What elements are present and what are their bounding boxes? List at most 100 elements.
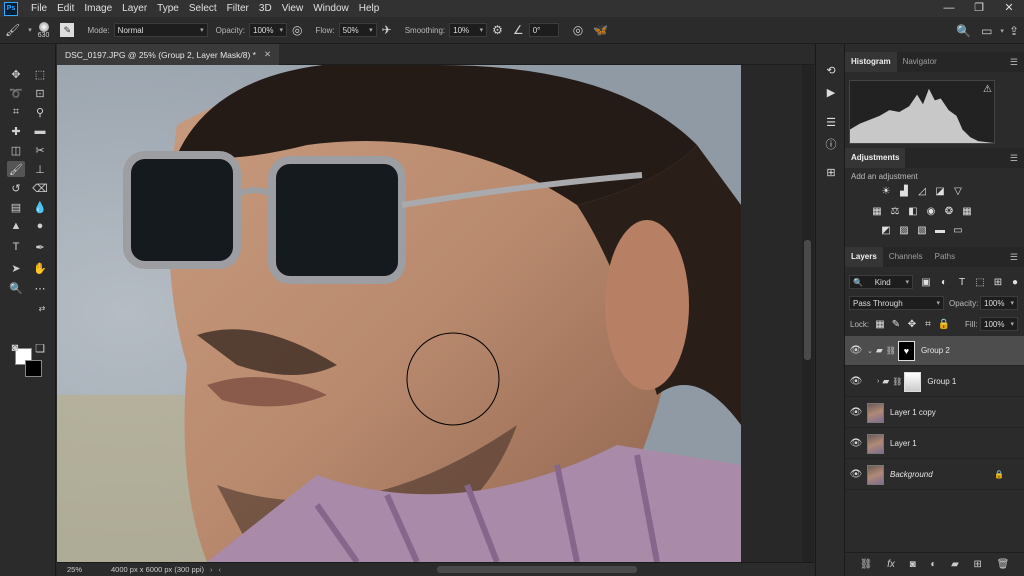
chevron-left-icon[interactable]: ‹	[218, 565, 221, 574]
chevron-down-icon[interactable]: ▾	[1000, 27, 1004, 35]
workspace-icon[interactable]: ▭	[981, 24, 992, 38]
marquee-tool-icon[interactable]: ⬚	[31, 66, 49, 82]
visibility-eye-icon[interactable]: 👁	[845, 469, 867, 480]
healing-brush-tool-icon[interactable]: ✚	[7, 123, 25, 139]
frame-tool-icon[interactable]: ◫	[7, 142, 25, 158]
tab-navigator[interactable]: Navigator	[897, 52, 943, 72]
warning-icon[interactable]: ⚠	[983, 84, 992, 95]
chain-link-icon[interactable]: ⛓	[886, 346, 896, 355]
lock-all-icon[interactable]: 🔒	[937, 318, 951, 330]
actions-play-icon[interactable]: ▶	[822, 84, 840, 100]
link-layers-icon[interactable]: ⛓	[860, 559, 873, 570]
history-icon[interactable]: ⟲	[822, 62, 840, 78]
maximize-button[interactable]: ❐	[964, 0, 994, 17]
vertical-scrollbar-thumb[interactable]	[804, 240, 811, 360]
sponge-tool-icon[interactable]: ●	[31, 218, 49, 234]
black-white-icon[interactable]: ◧	[906, 205, 920, 217]
color-lookup-icon[interactable]: ▦	[960, 205, 974, 217]
flow-input[interactable]: 50% ▾	[338, 23, 377, 37]
dodge-tool-icon[interactable]: ▲	[7, 218, 25, 234]
opacity-input[interactable]: 100% ▾	[249, 23, 288, 37]
lasso-tool-icon[interactable]: ➰	[7, 85, 25, 101]
layer-mask-thumbnail[interactable]	[904, 371, 922, 392]
pressure-opacity-icon[interactable]: ◎	[292, 23, 302, 37]
hand-tool-icon[interactable]: ✋	[31, 260, 49, 276]
posterize-icon[interactable]: ▨	[897, 224, 911, 236]
chain-link-icon[interactable]: ⛓	[892, 377, 902, 386]
horizontal-scrollbar-thumb[interactable]	[437, 566, 637, 573]
threshold-icon[interactable]: ▧	[915, 224, 929, 236]
path-select-tool-icon[interactable]: ➤	[7, 260, 25, 276]
panel-menu-icon[interactable]: ☰	[1010, 252, 1018, 263]
menu-select[interactable]: Select	[184, 3, 222, 14]
invert-icon[interactable]: ◩	[879, 224, 893, 236]
blur-tool-icon[interactable]: 💧	[31, 199, 49, 215]
panel-menu-icon[interactable]: ☰	[1010, 57, 1018, 68]
transform-tool-icon[interactable]: ✂	[31, 142, 49, 158]
menu-type[interactable]: Type	[152, 3, 184, 14]
new-group-icon[interactable]: ▰	[951, 559, 959, 570]
pressure-size-icon[interactable]: ◎	[573, 23, 583, 37]
new-layer-icon[interactable]: ⊞	[974, 559, 982, 570]
quick-mask-icon[interactable]: ◙	[6, 340, 24, 356]
visibility-eye-icon[interactable]: 👁	[845, 407, 867, 418]
eyedropper-tool-icon[interactable]: ⚲	[31, 104, 49, 120]
more-tools-icon[interactable]: ⋯	[31, 280, 49, 296]
fill-input[interactable]: 100% ▾	[980, 317, 1018, 331]
symmetry-icon[interactable]: 🦋	[593, 23, 608, 37]
minimize-button[interactable]: —	[934, 0, 964, 17]
color-balance-icon[interactable]: ⚖	[888, 205, 902, 217]
background-color-swatch[interactable]	[25, 360, 42, 377]
blend-mode-select[interactable]: Pass Through ▾	[849, 296, 944, 310]
menu-view[interactable]: View	[277, 3, 309, 14]
gradient-tool-icon[interactable]: ▤	[7, 199, 25, 215]
bandage-tool-icon[interactable]: ▬	[31, 123, 49, 139]
lock-artboard-icon[interactable]: ⌗	[921, 318, 935, 330]
move-tool-icon[interactable]: ✥	[7, 66, 25, 82]
zoom-tool-icon[interactable]: 🔍	[7, 280, 25, 296]
zoom-level[interactable]: 25%	[67, 565, 107, 574]
vibrance-icon[interactable]: ▽	[951, 185, 965, 197]
libraries-icon[interactable]: ⊞	[822, 164, 840, 180]
document-tab[interactable]: DSC_0197.JPG @ 25% (Group 2, Layer Mask/…	[57, 44, 280, 65]
layer-opacity-input[interactable]: 100% ▾	[980, 296, 1018, 310]
menu-edit[interactable]: Edit	[52, 3, 79, 14]
stamp-tool-icon[interactable]: ⊥	[31, 161, 49, 177]
screen-mode-icon[interactable]: ❏	[31, 340, 49, 356]
document-canvas[interactable]	[57, 65, 741, 562]
object-select-tool-icon[interactable]: ⊡	[31, 85, 49, 101]
pen-tool-icon[interactable]: ✒	[31, 239, 49, 255]
smoothing-input[interactable]: 10% ▾	[449, 23, 488, 37]
smoothing-settings-icon[interactable]: ⚙	[492, 23, 503, 37]
brush-tool-icon[interactable]: 🖌	[5, 23, 20, 37]
tab-histogram[interactable]: Histogram	[845, 52, 897, 72]
lock-image-icon[interactable]: ✎	[889, 318, 903, 330]
layer-row-background[interactable]: 👁 Background 🔒	[845, 460, 1024, 490]
trash-icon[interactable]: 🗑	[997, 559, 1010, 570]
adjustment-layer-icon[interactable]: ◐	[930, 559, 936, 570]
layer-row-group-2[interactable]: 👁 ⌄ ▰ ⛓ ♥ Group 2	[845, 336, 1024, 366]
filter-pixel-icon[interactable]: ▣	[919, 276, 933, 288]
brush-tool-icon[interactable]: 🖌	[7, 161, 25, 177]
levels-icon[interactable]: ▟	[897, 185, 911, 197]
mode-select[interactable]: Normal ▾	[113, 23, 208, 37]
tab-channels[interactable]: Channels	[883, 247, 929, 267]
menu-image[interactable]: Image	[79, 3, 117, 14]
crop-tool-icon[interactable]: ⌗	[7, 104, 25, 120]
visibility-eye-icon[interactable]: 👁	[845, 376, 867, 387]
angle-input[interactable]: 0°	[528, 23, 559, 37]
selective-color-icon[interactable]: ▬	[933, 224, 947, 236]
menu-window[interactable]: Window	[308, 3, 354, 14]
panel-menu-icon[interactable]: ☰	[1010, 153, 1018, 164]
chevron-down-icon[interactable]: ▾	[28, 26, 32, 34]
search-icon[interactable]: 🔍	[956, 24, 971, 38]
filter-smart-object-icon[interactable]: ⊞	[991, 276, 1005, 288]
layer-row-layer-1[interactable]: 👁 Layer 1	[845, 429, 1024, 459]
eraser-tool-icon[interactable]: ⌫	[31, 180, 49, 196]
filter-type-icon[interactable]: T	[955, 276, 969, 288]
add-mask-icon[interactable]: ◙	[910, 559, 916, 570]
filter-shape-icon[interactable]: ⬚	[973, 276, 987, 288]
swap-colors-icon[interactable]: ⇄	[33, 300, 51, 316]
gradient-map-icon[interactable]: ▭	[951, 224, 965, 236]
menu-layer[interactable]: Layer	[117, 3, 152, 14]
